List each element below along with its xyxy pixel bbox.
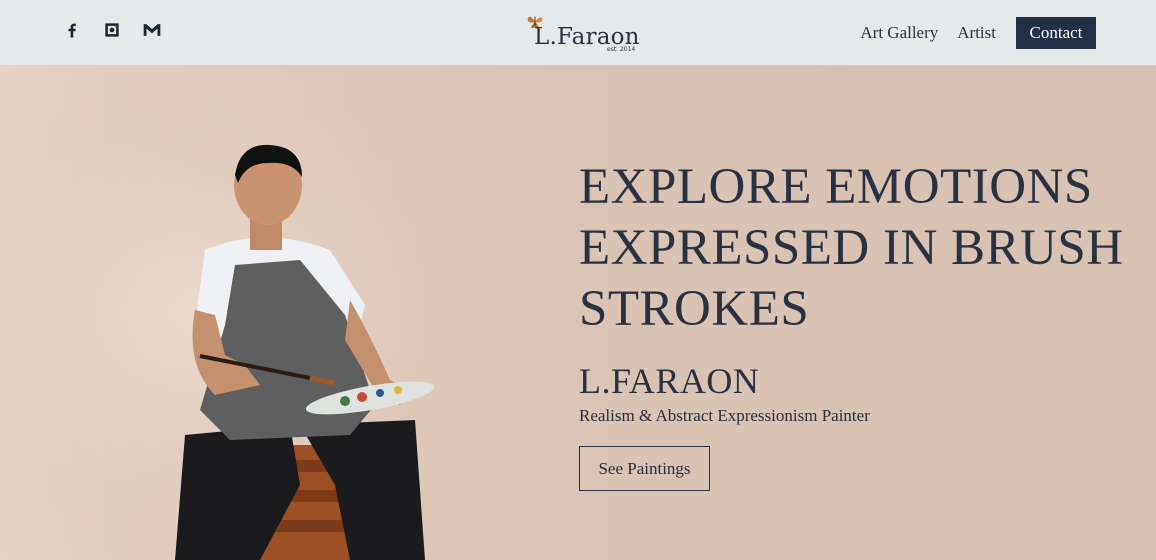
- top-navigation-bar: L.Faraon est. 2014 Art Gallery Artist Co…: [0, 0, 1156, 65]
- social-links: [62, 20, 162, 40]
- see-paintings-button[interactable]: See Paintings: [579, 446, 710, 491]
- artist-tagline: Realism & Abstract Expressionism Painter: [579, 406, 870, 425]
- gmail-icon[interactable]: [142, 20, 162, 40]
- nav-art-gallery[interactable]: Art Gallery: [860, 23, 938, 43]
- nav-artist[interactable]: Artist: [957, 23, 996, 43]
- instagram-icon[interactable]: [102, 20, 122, 40]
- contact-button[interactable]: Contact: [1016, 17, 1096, 49]
- hero-section: EXPLORE EMOTIONS EXPRESSED IN BRUSH STRO…: [0, 65, 1156, 560]
- hero-headline: EXPLORE EMOTIONS EXPRESSED IN BRUSH STRO…: [579, 159, 1124, 337]
- artist-photo: [0, 65, 560, 560]
- main-nav: Art Gallery Artist Contact: [860, 17, 1096, 49]
- logo-established-text: est. 2014: [607, 46, 636, 53]
- site-logo[interactable]: L.Faraon est. 2014: [526, 12, 639, 56]
- artist-name: L.FARAON: [579, 361, 760, 401]
- facebook-icon[interactable]: [62, 20, 82, 40]
